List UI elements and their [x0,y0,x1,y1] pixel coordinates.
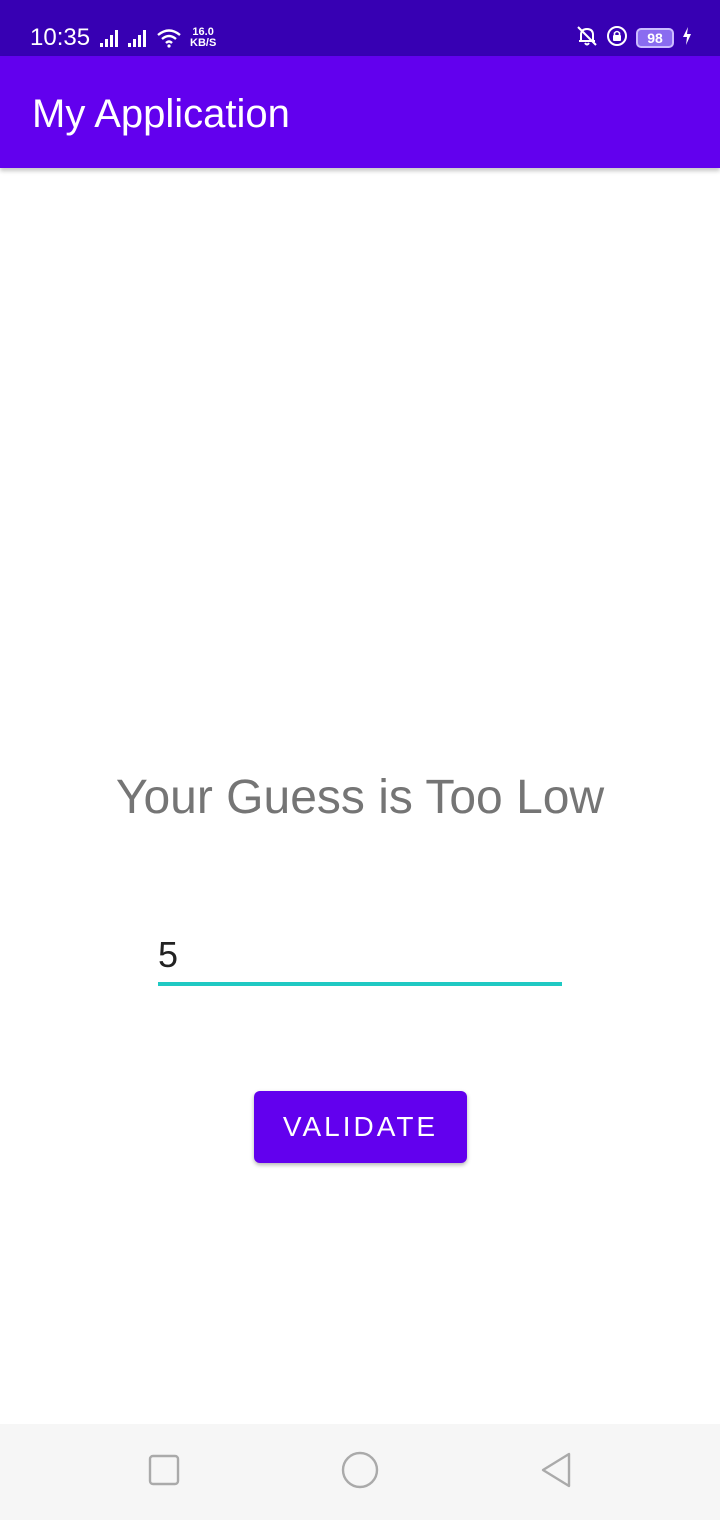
navigation-bar [0,1424,720,1520]
screen: 10:35 16.0 KB/S 98 My Application Your G… [0,0,720,1520]
network-speed-unit: KB/S [190,37,217,49]
validate-button[interactable]: VALIDATE [254,1091,467,1163]
status-time: 10:35 [30,24,91,51]
home-button[interactable] [336,1448,384,1496]
app-bar: My Application [0,56,720,168]
back-button[interactable] [532,1448,580,1496]
home-icon [340,1450,380,1495]
app-title: My Application [32,92,290,136]
recents-icon [147,1453,181,1492]
bell-muted-icon [576,25,598,52]
network-speed: 16.0 KB/S [190,27,216,49]
status-icons-right: 98 [576,24,692,52]
battery-icon: 98 [636,28,674,48]
status-bar: 10:35 16.0 KB/S 98 [0,0,720,56]
signal-icon [128,28,150,48]
wifi-icon [156,28,182,48]
status-icons-left: 16.0 KB/S [100,24,216,52]
signal-icon [100,28,122,48]
charging-icon [682,26,692,50]
result-message: Your Guess is Too Low [115,771,605,824]
rotation-lock-icon [606,25,628,52]
back-icon [538,1451,574,1494]
guess-input[interactable] [158,928,562,986]
recents-button[interactable] [140,1448,188,1496]
